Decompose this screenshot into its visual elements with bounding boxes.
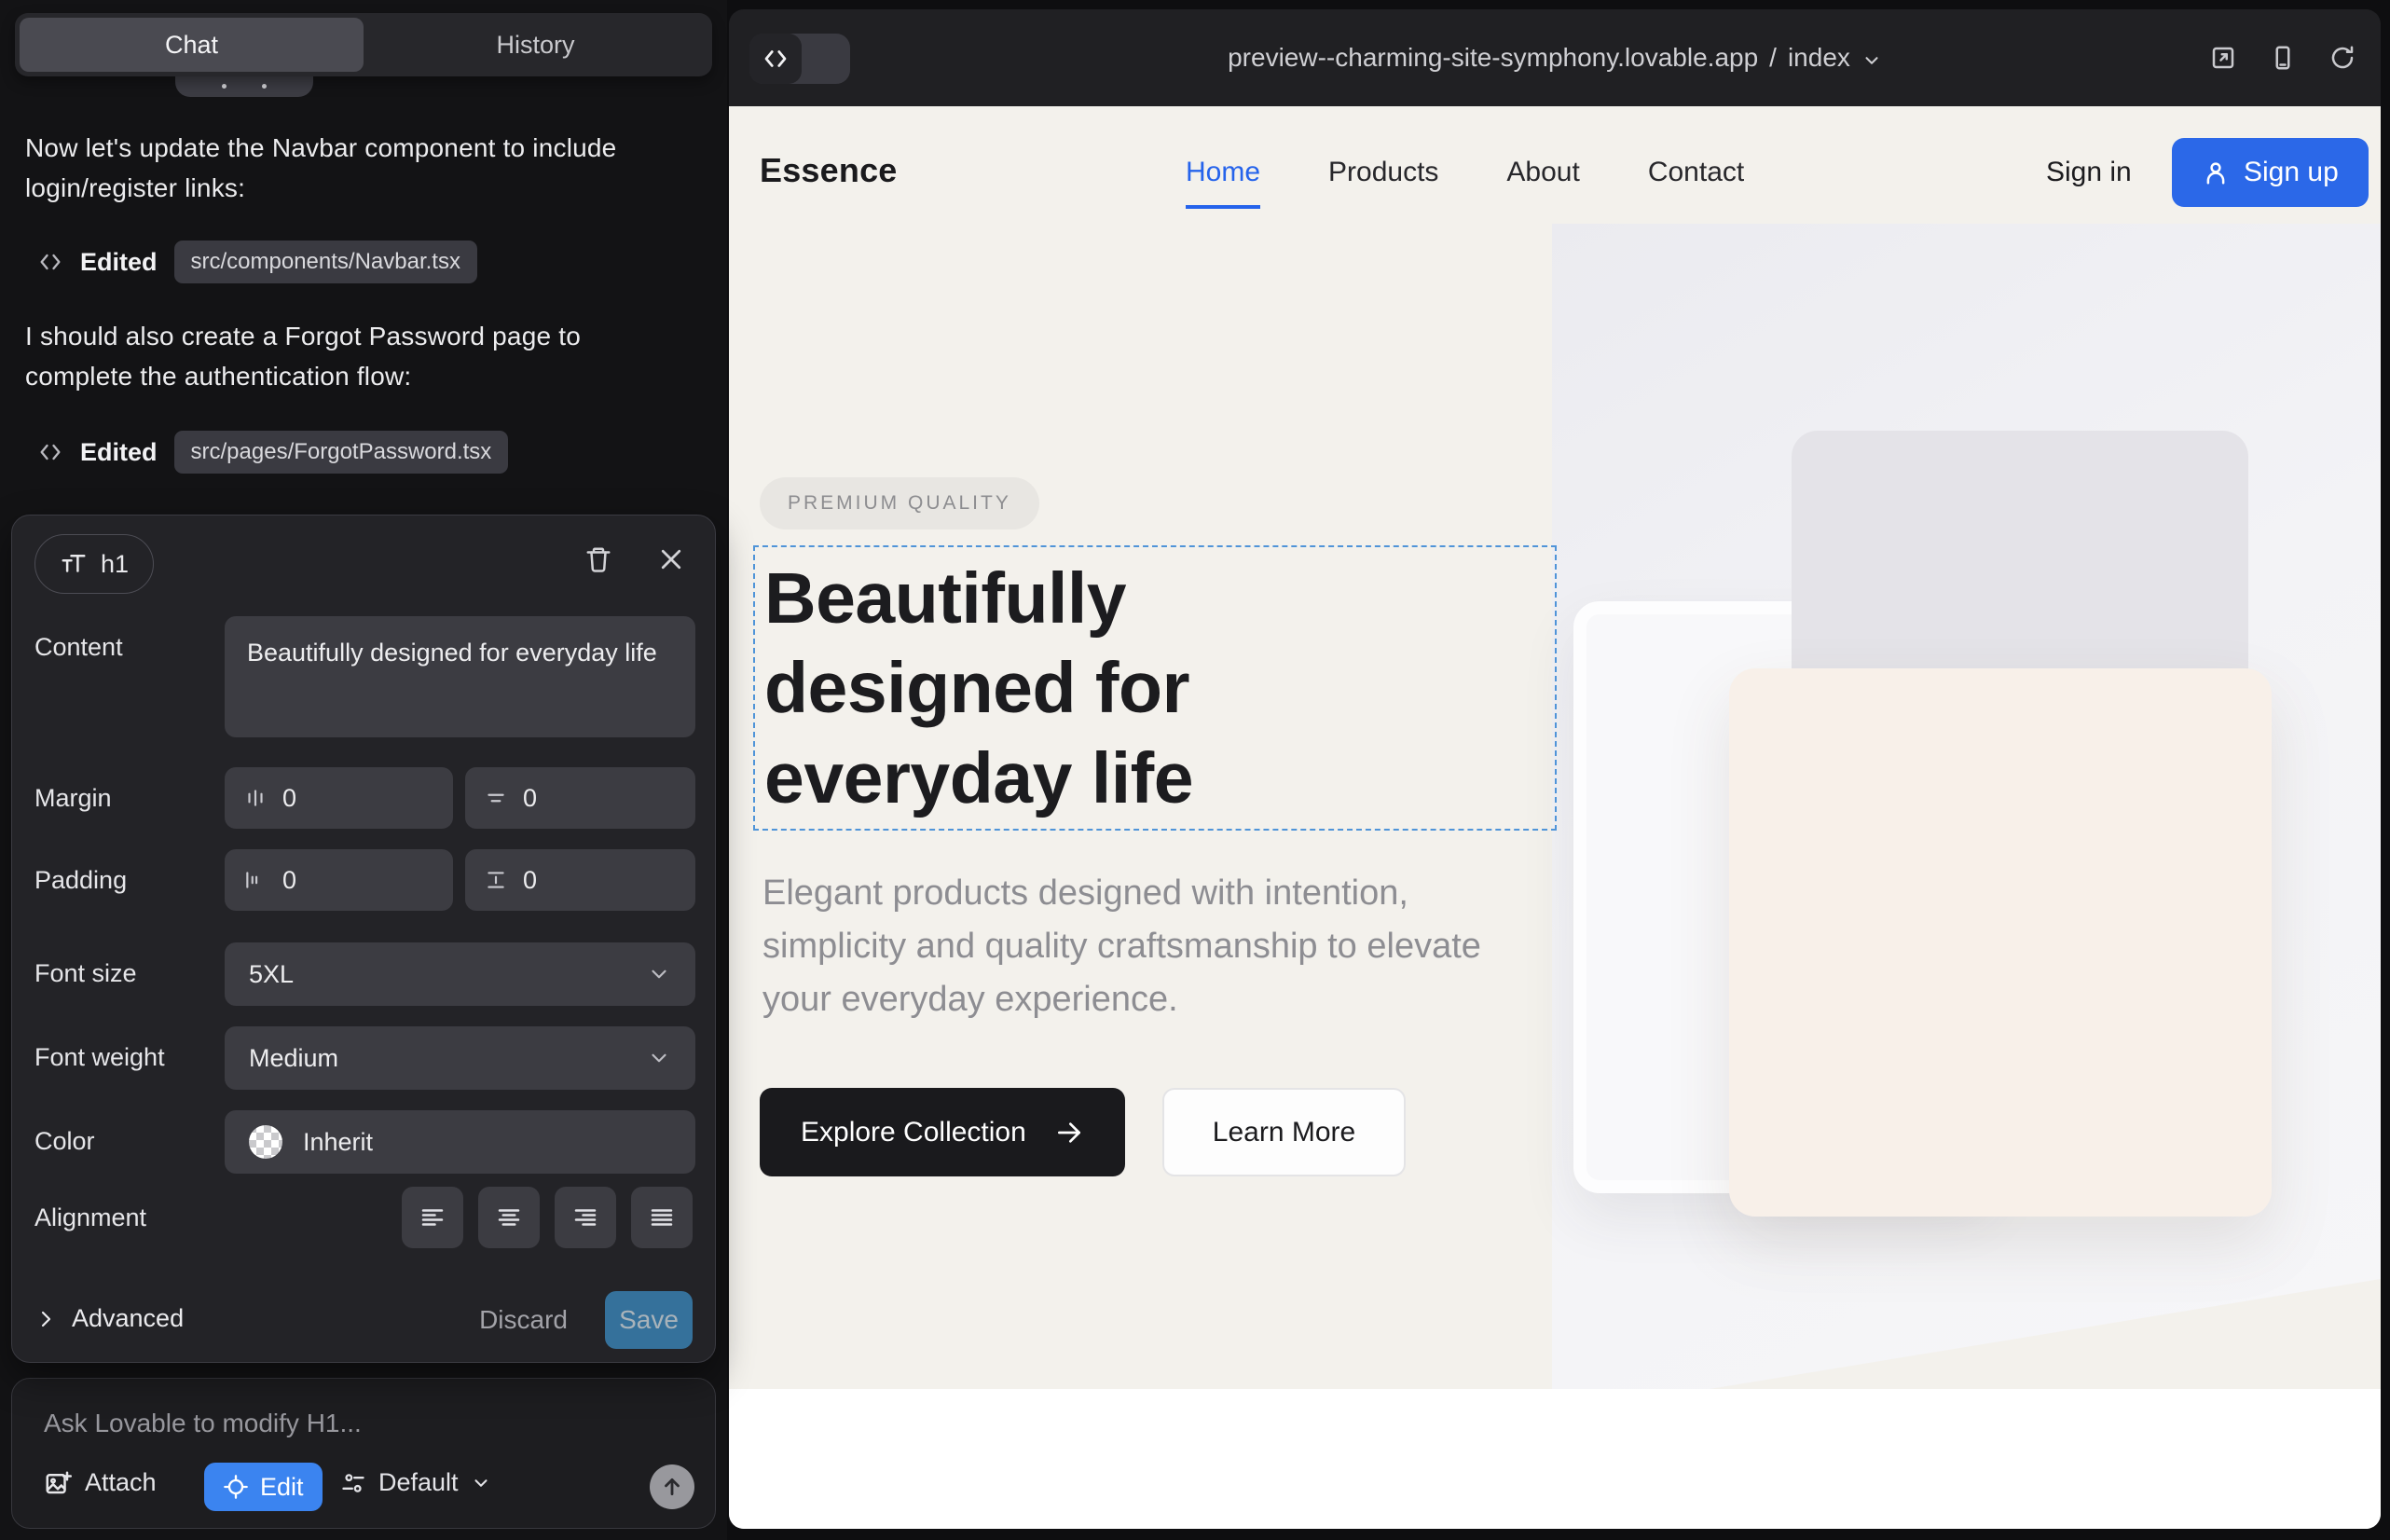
padding-y-input[interactable]: 0 — [465, 849, 695, 911]
padding-vertical-icon — [484, 868, 508, 892]
refresh-icon[interactable] — [2328, 44, 2356, 72]
close-icon[interactable] — [657, 545, 685, 573]
discard-button[interactable]: Discard — [479, 1305, 568, 1335]
edited-label: Edited — [80, 438, 158, 467]
nav-about[interactable]: About — [1506, 157, 1579, 188]
edited-file-row: Edited src/pages/ForgotPassword.tsx — [37, 431, 508, 474]
chevron-down-icon — [647, 1046, 671, 1070]
delete-element-button[interactable] — [584, 545, 612, 573]
hero-paragraph: Elegant products designed with intention… — [762, 867, 1518, 1026]
url-separator: / — [1769, 43, 1777, 73]
code-icon — [37, 439, 63, 465]
alignment-label: Alignment — [34, 1203, 146, 1232]
font-size-label: Font size — [34, 959, 137, 988]
margin-horizontal-icon — [243, 786, 268, 810]
nav-contact[interactable]: Contact — [1648, 157, 1744, 188]
chevron-right-icon — [34, 1308, 57, 1330]
site-logo[interactable]: Essence — [760, 151, 898, 190]
model-default-button[interactable]: Default — [340, 1468, 491, 1497]
hero-heading: Beautifully designed for everyday life — [764, 554, 1342, 823]
selected-h1-element[interactable]: Beautifully designed for everyday life — [753, 545, 1557, 831]
site-viewport: Essence Home Products About Contact Sign… — [729, 106, 2381, 1529]
url-path: index — [1788, 43, 1850, 73]
nav-home[interactable]: Home — [1186, 157, 1260, 188]
user-icon — [2202, 158, 2230, 186]
chat-message: I should also create a Forgot Password p… — [25, 317, 678, 396]
margin-x-input[interactable]: 0 — [225, 767, 453, 829]
chevron-down-icon — [647, 962, 671, 986]
send-up-arrow-icon — [660, 1475, 684, 1499]
learn-more-button[interactable]: Learn More — [1162, 1088, 1406, 1176]
content-input[interactable]: Beautifully designed for everyday life — [225, 616, 695, 737]
attach-button[interactable]: Attach — [44, 1468, 157, 1497]
scrolled-chip[interactable] — [175, 75, 313, 97]
arrow-right-icon — [1054, 1118, 1084, 1148]
sliders-icon — [340, 1470, 366, 1496]
chat-input[interactable]: Ask Lovable to modify H1... — [44, 1409, 362, 1438]
element-tag-pill[interactable]: h1 — [34, 534, 154, 594]
mobile-view-icon[interactable] — [2269, 44, 2297, 72]
edit-target-icon — [223, 1474, 249, 1500]
attach-image-icon — [44, 1469, 72, 1497]
edit-mode-button[interactable]: Edit — [204, 1463, 323, 1511]
chevron-down-icon — [471, 1473, 491, 1493]
sign-up-button[interactable]: Sign up — [2172, 138, 2369, 207]
next-section — [729, 1389, 2381, 1529]
type-icon — [60, 550, 88, 578]
element-tag-label: h1 — [101, 550, 129, 579]
chat-history-tabs: Chat History — [15, 13, 712, 76]
element-editor-panel: h1 Content Beautifully designed for ever… — [11, 515, 716, 1363]
browser-actions — [2209, 9, 2356, 106]
hero-cta-row: Explore Collection Learn More — [760, 1088, 1406, 1176]
align-justify-icon[interactable] — [631, 1187, 693, 1248]
edited-file-row: Edited src/components/Navbar.tsx — [37, 241, 477, 283]
margin-label: Margin — [34, 784, 112, 813]
margin-y-input[interactable]: 0 — [465, 767, 695, 829]
nav-products[interactable]: Products — [1328, 157, 1438, 188]
composer-toolbar: Attach Edit Default — [44, 1463, 694, 1511]
active-underline — [1186, 205, 1260, 209]
color-select[interactable]: Inherit — [225, 1110, 695, 1174]
site-nav: Home Products About Contact — [1186, 157, 1744, 188]
padding-horizontal-icon — [243, 868, 268, 892]
send-button[interactable] — [650, 1464, 694, 1509]
color-label: Color — [34, 1127, 95, 1156]
explore-collection-button[interactable]: Explore Collection — [760, 1088, 1125, 1176]
tab-history[interactable]: History — [364, 18, 707, 72]
file-chip[interactable]: src/pages/ForgotPassword.tsx — [174, 431, 509, 474]
chevron-down-icon — [1861, 50, 1882, 71]
padding-x-input[interactable]: 0 — [225, 849, 453, 911]
code-icon — [37, 249, 63, 275]
url-breadcrumb[interactable]: preview--charming-site-symphony.lovable.… — [729, 9, 2381, 106]
font-weight-label: Font weight — [34, 1043, 165, 1072]
save-button[interactable]: Save — [605, 1291, 693, 1349]
url-host: preview--charming-site-symphony.lovable.… — [1228, 43, 1758, 73]
align-right-icon[interactable] — [555, 1187, 616, 1248]
font-size-select[interactable]: 5XL — [225, 942, 695, 1006]
align-left-icon[interactable] — [402, 1187, 463, 1248]
file-chip[interactable]: src/components/Navbar.tsx — [174, 241, 477, 283]
open-external-icon[interactable] — [2209, 44, 2237, 72]
content-label: Content — [34, 633, 123, 662]
tab-chat[interactable]: Chat — [20, 18, 364, 72]
chat-message: Now let's update the Navbar component to… — [25, 129, 678, 208]
sign-in-link[interactable]: Sign in — [2046, 157, 2132, 188]
editor-footer: Advanced Discard Save — [12, 1291, 717, 1349]
preview-panel: preview--charming-site-symphony.lovable.… — [729, 9, 2381, 1529]
preview-browser-bar: preview--charming-site-symphony.lovable.… — [729, 9, 2381, 106]
padding-label: Padding — [34, 866, 127, 895]
chat-panel: Chat History Now let's update the Navbar… — [0, 0, 727, 1540]
premium-quality-badge: PREMIUM QUALITY — [760, 477, 1039, 529]
decorative-card-cream — [1729, 668, 2272, 1217]
edited-label: Edited — [80, 248, 158, 277]
font-weight-select[interactable]: Medium — [225, 1026, 695, 1090]
composer: Ask Lovable to modify H1... Attach Edit … — [11, 1378, 716, 1529]
margin-vertical-icon — [484, 786, 508, 810]
align-center-icon[interactable] — [478, 1187, 540, 1248]
advanced-toggle[interactable]: Advanced — [34, 1304, 184, 1333]
color-swatch — [249, 1125, 282, 1159]
next-section-wedge — [1710, 1279, 2381, 1389]
site-header: Essence Home Products About Contact Sign… — [729, 106, 2381, 237]
